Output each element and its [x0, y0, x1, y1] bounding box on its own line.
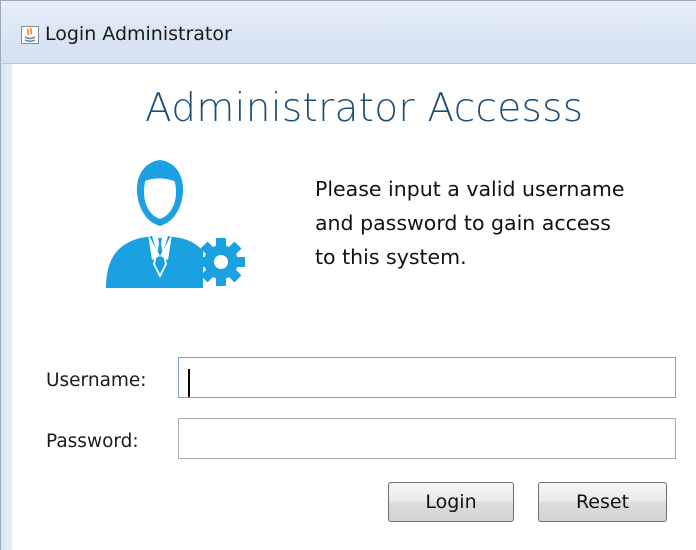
- login-window: Login Administrator Administrator Access…: [0, 0, 696, 550]
- password-input[interactable]: [178, 418, 676, 459]
- instructions-line-2: and password to gain access: [315, 211, 611, 235]
- username-label: Username:: [46, 370, 147, 391]
- password-label: Password:: [46, 431, 139, 452]
- admin-user-gear-icon: [106, 160, 245, 288]
- login-button[interactable]: Login: [388, 482, 514, 522]
- reset-button[interactable]: Reset: [538, 482, 667, 522]
- text-caret: [188, 369, 190, 397]
- window-title: Login Administrator: [45, 23, 232, 45]
- window-left-border: [0, 64, 12, 550]
- instructions-line-1: Please input a valid username: [315, 177, 625, 201]
- page-heading: Administrator Accesss: [145, 86, 584, 131]
- instructions-text: Please input a valid username and passwo…: [315, 172, 675, 274]
- title-bar[interactable]: Login Administrator: [0, 0, 696, 64]
- java-app-icon: [21, 26, 39, 44]
- username-input[interactable]: [178, 357, 676, 398]
- instructions-line-3: to this system.: [315, 245, 467, 269]
